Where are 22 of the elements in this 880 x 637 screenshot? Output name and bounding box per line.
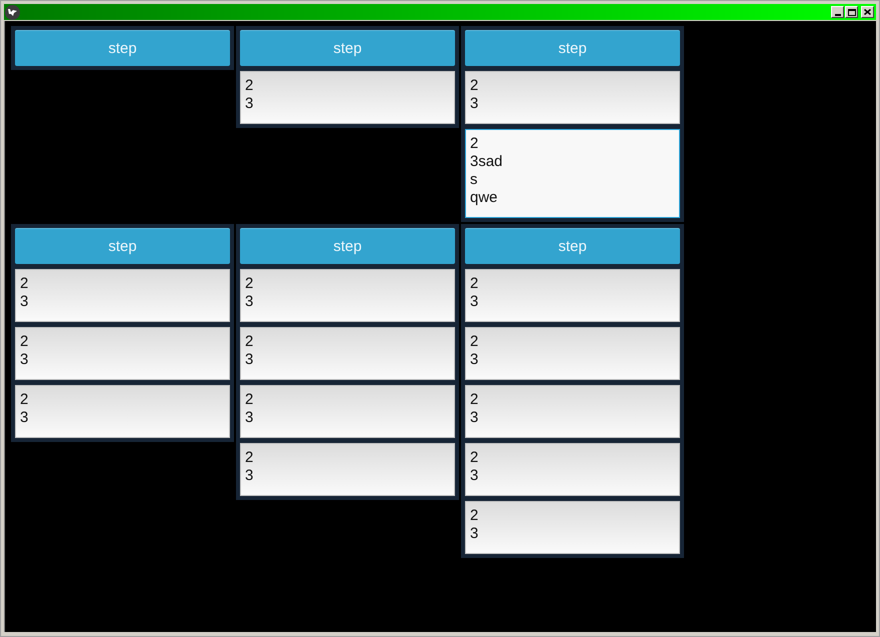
maximize-button[interactable]: [845, 6, 858, 18]
text-field[interactable]: 2 3: [465, 385, 680, 438]
minimize-icon: [834, 14, 840, 16]
text-field[interactable]: 2 3: [465, 269, 680, 322]
text-field[interactable]: 2 3: [465, 327, 680, 380]
text-field[interactable]: 2 3: [465, 501, 680, 554]
minimize-button[interactable]: [831, 6, 844, 18]
text-field[interactable]: 2 3: [240, 71, 455, 124]
text-field[interactable]: 2 3: [240, 443, 455, 496]
text-field[interactable]: 2 3: [240, 385, 455, 438]
text-field[interactable]: 2 3: [15, 327, 230, 380]
maximize-icon: [848, 8, 856, 16]
text-field[interactable]: 2 3: [15, 385, 230, 438]
text-field[interactable]: 2 3sad s qwe: [465, 129, 680, 218]
text-field[interactable]: 2 3: [15, 269, 230, 322]
text-field[interactable]: 2 3: [465, 443, 680, 496]
app-icon: [5, 4, 20, 20]
text-field[interactable]: 2 3: [465, 71, 680, 124]
close-button[interactable]: [861, 6, 874, 18]
text-field[interactable]: 2 3: [240, 269, 455, 322]
text-field[interactable]: 2 3: [240, 327, 455, 380]
close-icon: [864, 9, 871, 15]
